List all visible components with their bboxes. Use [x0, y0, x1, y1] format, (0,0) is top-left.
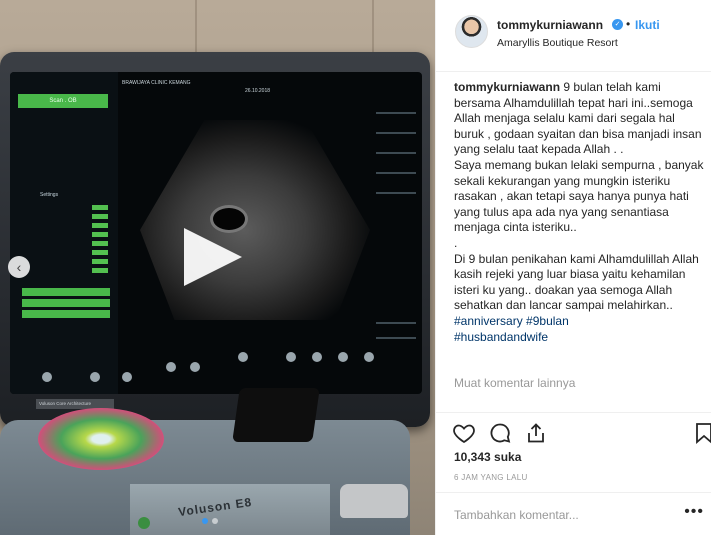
screen-knob: [286, 352, 296, 362]
cd-disc: [38, 408, 164, 470]
comment-input[interactable]: [454, 507, 674, 523]
menu-row: [18, 249, 108, 256]
menu-row: [18, 222, 108, 229]
screen-knob: [122, 372, 132, 382]
black-case: [232, 388, 320, 442]
screen-knob: [166, 362, 176, 372]
menu-row: [18, 240, 108, 247]
screen-right-panel: [366, 72, 422, 394]
hashtag-link[interactable]: #9bulan: [526, 314, 569, 328]
screen-left-menu: Scan . OB Settings: [10, 72, 118, 394]
screen-knob: [42, 372, 52, 382]
share-icon[interactable]: [524, 421, 548, 445]
menu-row: [18, 258, 108, 265]
ultrasound-scan-image: [140, 120, 370, 320]
screen-date: 26.10.2018: [245, 88, 271, 94]
post-media[interactable]: Scan . OB Settings BRAWIJAYA CLINIC KEMA…: [0, 0, 435, 535]
comment-bar: •••: [436, 492, 711, 535]
menu-row: [18, 267, 108, 274]
heart-icon[interactable]: [452, 421, 476, 445]
location-link[interactable]: Amaryllis Boutique Resort: [497, 37, 618, 49]
post-header: tommykurniawann ✓ • Ikuti Amaryllis Bout…: [436, 0, 711, 72]
menu-row: [18, 204, 108, 211]
post-timestamp[interactable]: 6 JAM YANG LALU: [454, 473, 528, 482]
carousel-dots: [202, 518, 218, 524]
caption-username[interactable]: tommykurniawann: [454, 80, 560, 94]
screen-knob: [190, 362, 200, 372]
hashtag-link[interactable]: #husbandandwife: [454, 330, 548, 344]
post-caption: tommykurniawann 9 bulan telah kami bersa…: [454, 80, 704, 345]
screen-knob: [238, 352, 248, 362]
header-separator: •: [626, 17, 631, 31]
avatar[interactable]: [455, 15, 488, 48]
likes-count[interactable]: 10,343 suka: [454, 450, 521, 464]
screen-knob: [364, 352, 374, 362]
screen-tab: Scan . OB: [18, 94, 108, 108]
caption-paragraph-2: Saya memang bukan lelaki sempurna , bany…: [454, 157, 704, 235]
follow-button[interactable]: Ikuti: [635, 18, 660, 32]
screen-knob: [90, 372, 100, 382]
green-bar: [22, 299, 110, 307]
comment-icon[interactable]: [488, 421, 512, 445]
settings-label: Settings: [40, 192, 59, 198]
header-username[interactable]: tommykurniawann: [497, 18, 603, 32]
green-bar: [22, 288, 110, 296]
menu-row: [18, 231, 108, 238]
screen-knob: [312, 352, 322, 362]
hashtag-link[interactable]: #anniversary: [454, 314, 523, 328]
bookmark-icon[interactable]: [692, 421, 711, 445]
carousel-dot-active: [202, 518, 208, 524]
caption-paragraph-3: .: [454, 235, 458, 250]
load-more-comments[interactable]: Muat komentar lainnya: [454, 376, 575, 390]
screen-knob: [338, 352, 348, 362]
menu-row: [18, 213, 108, 220]
green-bar: [22, 310, 110, 318]
menu-row: [18, 124, 108, 131]
post-side-panel: tommykurniawann ✓ • Ikuti Amaryllis Bout…: [435, 0, 711, 535]
more-options-icon[interactable]: •••: [684, 503, 704, 521]
screen-clinic: BRAWIJAYA CLINIC KEMANG: [122, 80, 191, 86]
ultrasound-probe: [340, 484, 408, 518]
power-button-icon: [138, 517, 150, 529]
carousel-prev-icon[interactable]: ‹: [8, 256, 30, 278]
play-icon[interactable]: [184, 228, 242, 286]
action-bar: [436, 412, 711, 454]
carousel-dot: [212, 518, 218, 524]
verified-badge-icon: ✓: [612, 19, 623, 30]
caption-paragraph-4: Di 9 bulan penikahan kami Alhamdulillah …: [454, 251, 699, 313]
